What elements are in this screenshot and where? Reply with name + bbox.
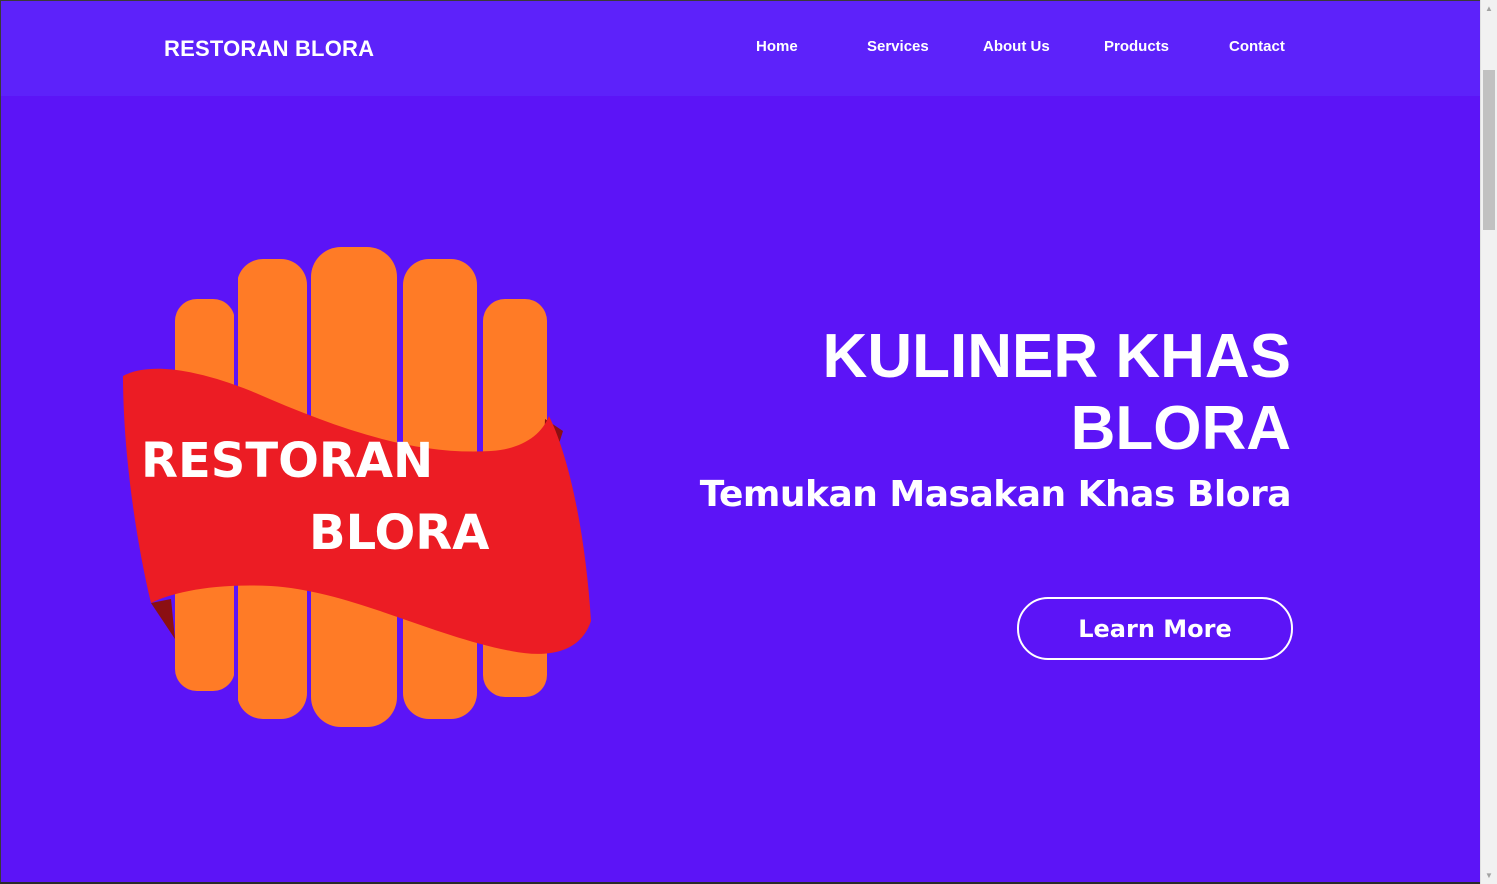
nav-link-about-us[interactable]: About Us [983, 38, 1050, 55]
hero-title-line2: BLORA [1070, 394, 1291, 463]
hero-subtitle: Temukan Masakan Khas Blora [699, 474, 1292, 515]
vertical-scrollbar[interactable]: ▲ ▼ [1480, 0, 1497, 884]
restaurant-logo-image: RESTORAN BLORA [123, 247, 591, 727]
triangle-down-icon[interactable]: ▼ [1481, 867, 1497, 884]
learn-more-button[interactable]: Learn More [1017, 597, 1293, 660]
nav-link-services[interactable]: Services [867, 38, 929, 55]
logo-text-restoran: RESTORAN [141, 433, 433, 489]
hero-title-line1: KULINER KHAS [822, 322, 1291, 391]
nav-link-products[interactable]: Products [1104, 38, 1169, 55]
nav-link-home[interactable]: Home [756, 38, 798, 55]
logo-ribbon-fold [151, 599, 175, 639]
triangle-up-icon[interactable]: ▲ [1481, 0, 1497, 17]
navbar: RESTORAN BLORA Home Services About Us Pr… [1, 1, 1480, 96]
browser-viewport: RESTORAN BLORA Home Services About Us Pr… [0, 0, 1480, 882]
hero-title: KULINER KHAS BLORA [691, 321, 1291, 465]
scrollbar-thumb[interactable] [1483, 70, 1495, 230]
brand-logo-text[interactable]: RESTORAN BLORA [164, 36, 374, 62]
nav-link-contact[interactable]: Contact [1229, 38, 1285, 55]
logo-text-blora: BLORA [309, 505, 489, 561]
